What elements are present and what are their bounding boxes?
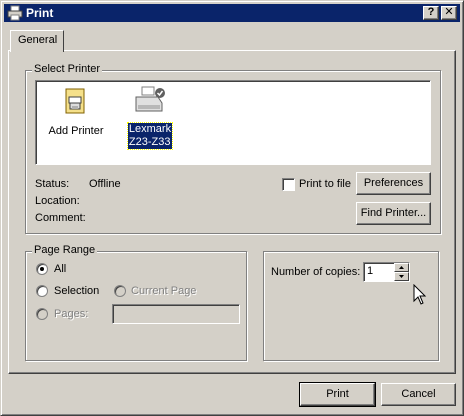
radio-selection[interactable] xyxy=(36,285,48,297)
add-printer-icon xyxy=(60,88,92,122)
copies-label: Number of copies: xyxy=(271,266,361,278)
location-label: Location: xyxy=(35,195,80,207)
chevron-down-icon xyxy=(399,275,404,278)
copies-value[interactable]: 1 xyxy=(367,265,373,277)
pages-input[interactable] xyxy=(112,304,240,324)
print-dialog: Print ? ✕ General Select Printer Add Pri… xyxy=(0,0,464,416)
help-button[interactable]: ? xyxy=(423,6,439,20)
preferences-button[interactable]: Preferences xyxy=(356,172,431,195)
comment-label: Comment: xyxy=(35,212,86,224)
printer-item-add-printer[interactable]: Add Printer xyxy=(44,87,108,137)
print-to-file-checkbox[interactable] xyxy=(282,178,295,191)
radio-pages[interactable] xyxy=(36,308,48,320)
cancel-button[interactable]: Cancel xyxy=(381,383,456,406)
copies-spinner[interactable]: 1 xyxy=(363,262,410,282)
spin-down-button[interactable] xyxy=(394,272,409,281)
printer-title-icon xyxy=(7,5,23,21)
mouse-cursor-icon xyxy=(413,283,427,309)
radio-selection-label[interactable]: Selection xyxy=(54,285,99,297)
printer-list[interactable]: Add Printer Lexmark Z23-Z33 xyxy=(35,80,431,165)
find-printer-button[interactable]: Find Printer... xyxy=(356,202,431,225)
spin-up-button[interactable] xyxy=(394,263,409,272)
radio-pages-label[interactable]: Pages: xyxy=(54,308,88,320)
chevron-up-icon xyxy=(399,266,404,269)
radio-all-label[interactable]: All xyxy=(54,263,66,275)
status-value: Offline xyxy=(89,178,121,190)
close-button[interactable]: ✕ xyxy=(441,6,457,20)
printer-item-label: Add Printer xyxy=(48,125,104,137)
radio-all[interactable] xyxy=(36,263,48,275)
tab-general[interactable]: General xyxy=(10,30,64,52)
radio-current-page[interactable] xyxy=(114,285,126,297)
status-label: Status: xyxy=(35,178,70,190)
print-button[interactable]: Print xyxy=(299,382,376,407)
select-printer-legend: Select Printer xyxy=(32,63,103,75)
page-range-legend: Page Range xyxy=(32,244,98,256)
window-title: Print xyxy=(26,6,54,20)
print-to-file-label[interactable]: Print to file xyxy=(299,178,351,190)
printer-item-lexmark[interactable]: Lexmark Z23-Z33 xyxy=(120,85,180,150)
printer-item-label: Lexmark Z23-Z33 xyxy=(126,122,174,150)
radio-current-page-label[interactable]: Current Page xyxy=(131,285,196,297)
title-bar[interactable]: Print ? ✕ xyxy=(4,4,460,22)
close-icon: ✕ xyxy=(444,6,454,18)
printer-icon xyxy=(132,86,168,122)
